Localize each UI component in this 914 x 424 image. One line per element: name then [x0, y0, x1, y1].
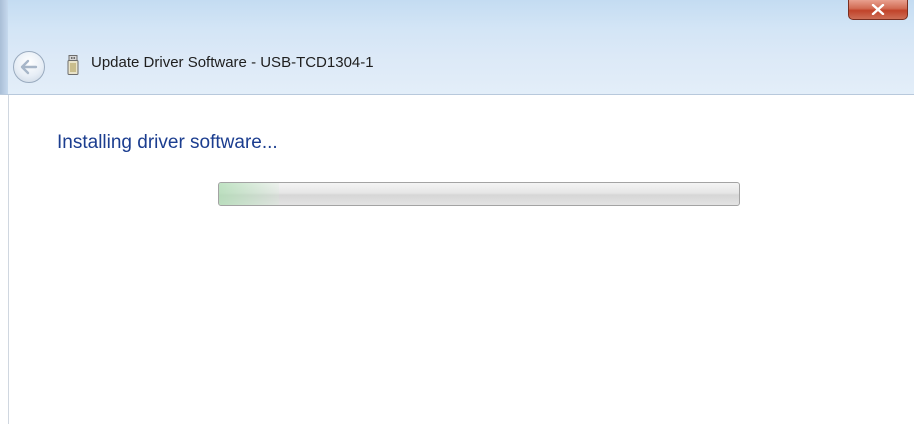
title-bar: Update Driver Software - USB-TCD1304-1: [0, 0, 914, 95]
back-arrow-icon: [20, 59, 38, 75]
back-button[interactable]: [13, 51, 45, 83]
close-icon: [871, 4, 885, 15]
window-frame-left: [0, 0, 8, 94]
window-title: Update Driver Software - USB-TCD1304-1: [91, 54, 374, 71]
update-driver-window: Update Driver Software - USB-TCD1304-1 I…: [0, 0, 914, 424]
progress-bar: [218, 182, 740, 206]
installing-heading: Installing driver software...: [57, 132, 278, 153]
usb-device-icon: [67, 55, 79, 75]
close-button[interactable]: [848, 0, 908, 20]
progress-marquee: [219, 183, 279, 205]
